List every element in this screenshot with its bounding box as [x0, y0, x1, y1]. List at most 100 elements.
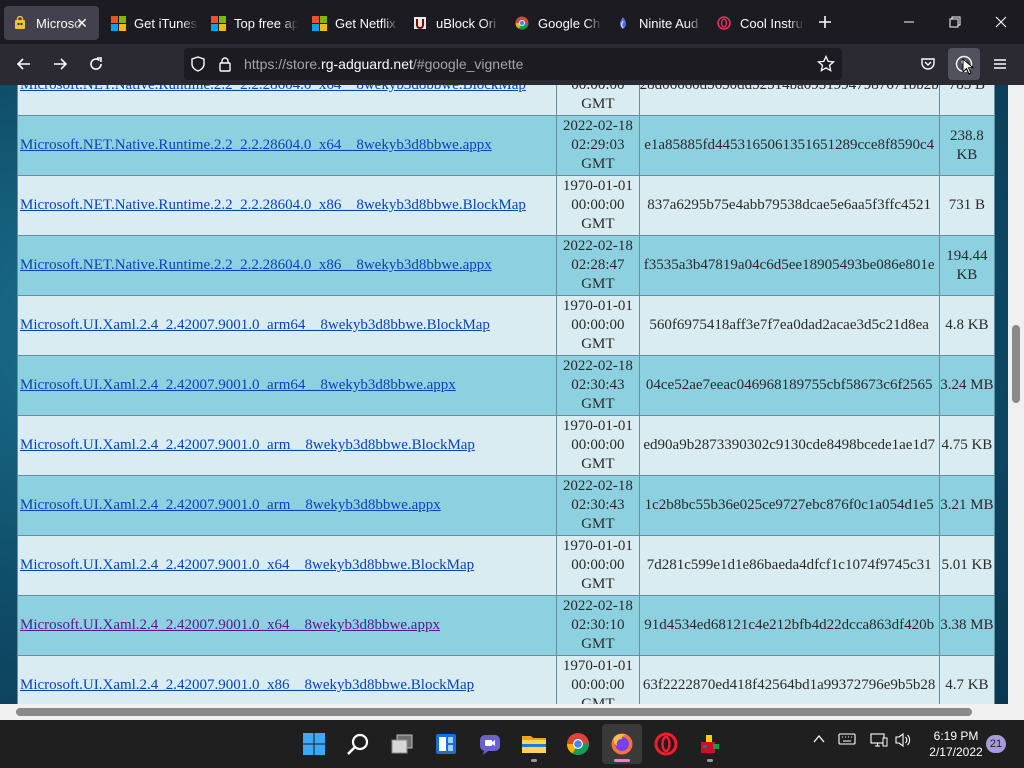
file-hash-cell: 560f6975418aff3e7f7ea0dad2acae3d5c21d8ea [638, 295, 940, 356]
microsoft-logo-icon [210, 15, 226, 31]
url-text[interactable]: https://store.rg-adguard.net/#google_vig… [244, 56, 523, 72]
file-name-cell: Microsoft.NET.Native.Runtime.2.2_2.2.286… [16, 85, 558, 116]
file-download-link[interactable]: Microsoft.NET.Native.Runtime.2.2_2.2.286… [20, 257, 492, 273]
task-view-button[interactable] [382, 724, 422, 764]
account-button[interactable] [948, 48, 980, 80]
ninite-taskbar-button[interactable] [690, 724, 730, 764]
file-size-cell: 731 B [938, 175, 996, 236]
chrome-taskbar-button[interactable] [558, 724, 598, 764]
file-download-link[interactable]: Microsoft.NET.Native.Runtime.2.2_2.2.286… [20, 85, 526, 93]
reload-button[interactable] [80, 48, 112, 80]
file-hash-cell: 7d281c599e1d1e86baeda4dfcf1c1074f9745c31 [638, 535, 940, 596]
opera-taskbar-button[interactable] [646, 724, 686, 764]
tracking-shield-icon[interactable] [190, 56, 206, 77]
back-button[interactable] [8, 48, 40, 80]
file-date: 1970-01-01 [562, 418, 633, 434]
file-explorer-button[interactable] [514, 724, 554, 764]
file-download-link[interactable]: Microsoft.UI.Xaml.2.4_2.42007.9001.0_arm… [20, 317, 490, 333]
widgets-button[interactable] [426, 724, 466, 764]
file-name-cell: Microsoft.UI.Xaml.2.4_2.42007.9001.0_arm… [16, 415, 558, 476]
vertical-scrollbar[interactable] [1008, 85, 1024, 704]
keyboard-icon[interactable] [838, 732, 856, 751]
tab-strip: Microso ✕ Get iTunes Top free ap Get Net… [0, 0, 1024, 44]
forward-arrow-icon [54, 58, 68, 70]
file-time: 00:00:00 [571, 197, 625, 213]
volume-icon[interactable] [894, 732, 912, 753]
file-download-link[interactable]: Microsoft.UI.Xaml.2.4_2.42007.9001.0_arm… [20, 437, 475, 453]
file-download-link[interactable]: Microsoft.UI.Xaml.2.4_2.42007.9001.0_x86… [20, 677, 474, 693]
close-window-button[interactable] [978, 0, 1024, 44]
tab-google-chrome[interactable]: Google Ch [506, 6, 602, 40]
file-download-link[interactable]: Microsoft.UI.Xaml.2.4_2.42007.9001.0_x64… [20, 617, 440, 633]
teams-chat-button[interactable] [470, 724, 510, 764]
chrome-icon [514, 15, 530, 31]
horizontal-scrollbar[interactable] [0, 704, 1024, 720]
minimize-button[interactable] [886, 0, 932, 44]
file-download-link[interactable]: Microsoft.NET.Native.Runtime.2.2_2.2.286… [20, 137, 492, 153]
close-tab-icon[interactable]: ✕ [73, 14, 91, 32]
new-tab-button[interactable] [806, 0, 844, 44]
table-row: Microsoft.UI.Xaml.2.4_2.42007.9001.0_x86… [16, 655, 996, 704]
file-date-cell: 1970-01-01 00:00:00 GMT [556, 295, 640, 356]
file-hash-cell: ed90a9b2873390302c9130cde8498bcede1ae1d7 [638, 415, 940, 476]
app-menu-button[interactable] [984, 48, 1016, 80]
table-row: Microsoft.UI.Xaml.2.4_2.42007.9001.0_arm… [16, 475, 996, 536]
tab-label: Get iTunes [134, 15, 198, 31]
pocket-button[interactable] [912, 48, 944, 80]
system-clock[interactable]: 6:19 PM 2/17/2022 [920, 728, 992, 760]
network-icon[interactable] [870, 732, 888, 753]
table-row: Microsoft.UI.Xaml.2.4_2.42007.9001.0_arm… [16, 295, 996, 356]
mouse-cursor-icon [962, 58, 974, 75]
file-time: 00:00:00 [571, 677, 625, 693]
tab-microsoft-store[interactable]: Microso ✕ [4, 6, 99, 40]
file-time: 02:30:43 [571, 497, 625, 513]
file-download-link[interactable]: Microsoft.NET.Native.Runtime.2.2_2.2.286… [20, 197, 526, 213]
file-date-cell: 2022-02-18 02:30:43 GMT [556, 355, 640, 416]
running-indicator [531, 759, 537, 762]
tab-get-netflix[interactable]: Get Netflix [303, 6, 399, 40]
tab-ublock-origin[interactable]: uBlock Ori [404, 6, 500, 40]
file-date: 2022-02-18 [562, 238, 633, 254]
restore-button[interactable] [932, 0, 978, 44]
bookmark-star-icon[interactable] [816, 54, 836, 78]
file-name-cell: Microsoft.UI.Xaml.2.4_2.42007.9001.0_arm… [16, 295, 558, 356]
file-time: 02:30:43 [571, 377, 625, 393]
tab-label: Get Netflix [335, 15, 396, 31]
file-date: 2022-02-18 [562, 598, 633, 614]
url-host: https://store. [244, 56, 322, 72]
file-time: 00:00:00 [571, 557, 625, 573]
file-date-cell: 1970-01-01 00:00:00 GMT [556, 415, 640, 476]
notification-count-badge[interactable]: 21 [986, 735, 1006, 753]
tab-get-itunes[interactable]: Get iTunes [102, 6, 198, 40]
chrome-icon [567, 733, 589, 755]
file-time: 02:28:47 [571, 257, 625, 273]
hamburger-menu-icon [994, 59, 1006, 69]
close-icon [995, 16, 1007, 28]
navigation-bar: https://store.rg-adguard.net/#google_vig… [0, 44, 1024, 85]
file-timezone: GMT [581, 576, 615, 592]
firefox-taskbar-button[interactable] [602, 724, 642, 764]
file-download-link[interactable]: Microsoft.UI.Xaml.2.4_2.42007.9001.0_x64… [20, 557, 474, 573]
lock-icon[interactable] [218, 56, 232, 77]
start-button[interactable] [294, 724, 334, 764]
table-row: Microsoft.NET.Native.Runtime.2.2_2.2.286… [16, 175, 996, 236]
file-timezone: GMT [581, 516, 615, 532]
url-bar[interactable]: https://store.rg-adguard.net/#google_vig… [184, 48, 842, 80]
url-domain: rg-adguard.net [321, 56, 413, 72]
file-time: 00:00:00 [571, 85, 625, 93]
ublock-icon [412, 15, 428, 31]
forward-button[interactable] [44, 48, 76, 80]
tab-top-free-apps[interactable]: Top free ap [202, 6, 298, 40]
horizontal-scroll-thumb[interactable] [16, 708, 972, 716]
tab-ninite-audio[interactable]: Ninite Aud [607, 6, 703, 40]
file-date-cell: 1970-01-01 00:00:00 GMT [556, 175, 640, 236]
file-hash-cell: 1c2b8bc55b36e025ce9727ebc876f0c1a054d1e5 [638, 475, 940, 536]
file-size-cell: 4.7 KB [938, 655, 996, 704]
taskbar-search-button[interactable] [338, 724, 378, 764]
file-download-link[interactable]: Microsoft.UI.Xaml.2.4_2.42007.9001.0_arm… [20, 497, 441, 513]
file-name-cell: Microsoft.UI.Xaml.2.4_2.42007.9001.0_x64… [16, 595, 558, 656]
show-hidden-icons-chevron-icon[interactable] [812, 732, 826, 751]
file-download-link[interactable]: Microsoft.UI.Xaml.2.4_2.42007.9001.0_arm… [20, 377, 456, 393]
tab-cool-instruments[interactable]: Cool Instru [708, 6, 804, 40]
vertical-scroll-thumb[interactable] [1012, 325, 1020, 403]
